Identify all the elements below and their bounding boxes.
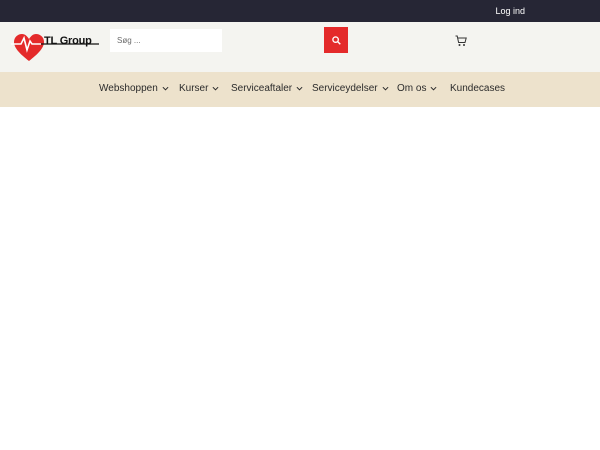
nav-item-label: Kurser <box>179 83 209 94</box>
chevron-down-icon <box>296 86 303 91</box>
nav-item-label: Serviceydelser <box>312 83 378 94</box>
nav-item-label: Om os <box>397 83 427 94</box>
nav-item-label: Webshoppen <box>99 83 158 94</box>
nav-item-serviceydelser[interactable]: Serviceydelser <box>312 83 389 94</box>
login-link[interactable]: Log ind <box>495 6 525 16</box>
chevron-down-icon <box>382 86 389 91</box>
nav-item-label: Kundecases <box>450 83 506 94</box>
main-nav: Webshoppen Kurser Serviceaftaler Service… <box>0 72 600 107</box>
nav-item-serviceaftaler[interactable]: Serviceaftaler <box>231 83 303 94</box>
nav-item-label: Serviceaftaler <box>231 83 293 94</box>
search-button[interactable] <box>324 27 348 53</box>
site-header: TL Group <box>0 22 600 72</box>
page-content <box>0 107 600 450</box>
nav-item-webshoppen[interactable]: Webshoppen <box>99 83 169 94</box>
chevron-down-icon <box>162 86 169 91</box>
nav-item-kundecases[interactable]: Kundecases <box>450 83 505 94</box>
top-bar: Log ind <box>0 0 600 22</box>
chevron-down-icon <box>212 86 219 91</box>
search-icon <box>331 35 341 45</box>
cart-button[interactable] <box>455 34 467 46</box>
nav-item-kurser[interactable]: Kurser <box>179 83 219 94</box>
logo-text: TL Group <box>44 35 92 47</box>
logo[interactable]: TL Group <box>11 31 101 63</box>
nav-item-om-os[interactable]: Om os <box>397 83 437 94</box>
search-input[interactable] <box>110 29 222 52</box>
cart-icon <box>455 35 467 46</box>
chevron-down-icon <box>430 86 437 91</box>
